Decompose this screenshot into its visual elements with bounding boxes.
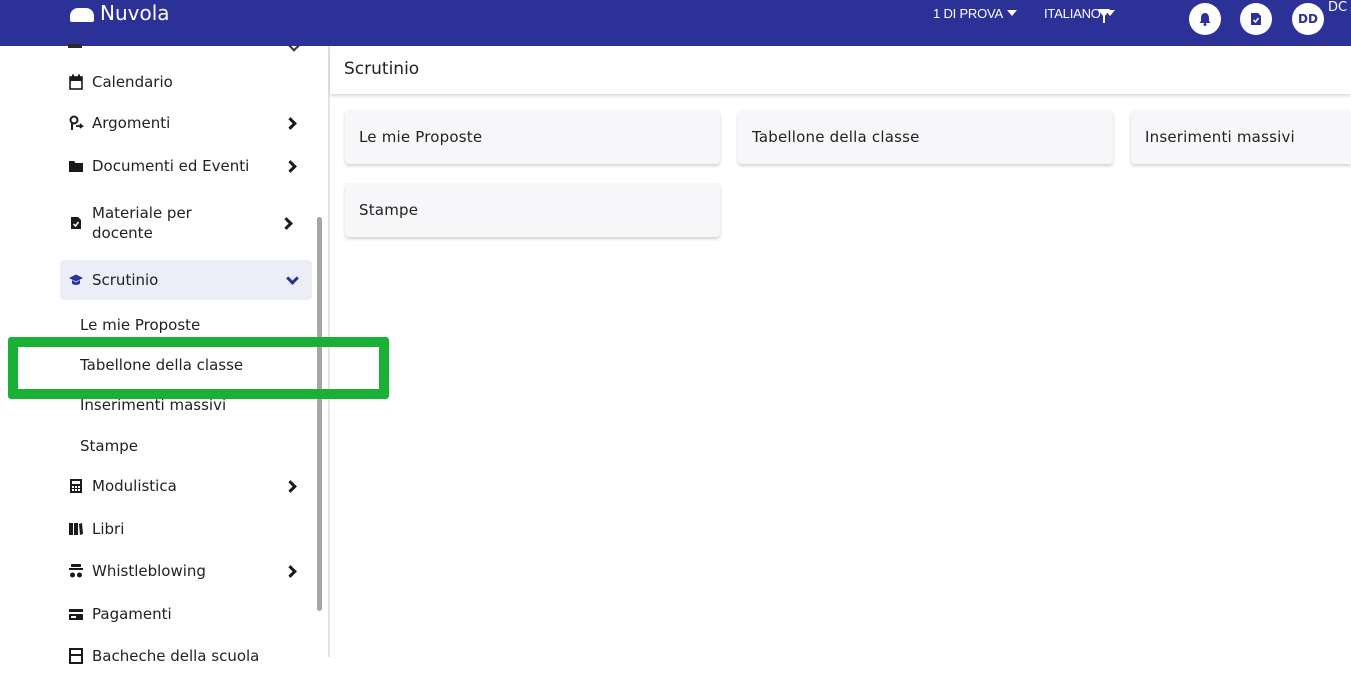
sidebar-item-label: Whistleblowing bbox=[92, 562, 206, 580]
user-avatar[interactable]: DD bbox=[1292, 3, 1324, 35]
card-label: Tabellone della classe bbox=[752, 128, 920, 146]
app-name: Nuvola bbox=[100, 1, 170, 25]
chevron-right-icon bbox=[276, 211, 300, 235]
subitem-le-mie-proposte[interactable]: Le mie Proposte bbox=[80, 316, 200, 334]
page-title: Scrutinio bbox=[344, 59, 420, 79]
avatar-initials: DD bbox=[1298, 12, 1318, 26]
board-icon bbox=[68, 648, 84, 664]
sidebar-item-materiale-per-docente[interactable]: Materiale per docente bbox=[60, 198, 312, 248]
top-bar: Nuvola 1 DI PROVA ITALIANO DD DC bbox=[0, 0, 1351, 46]
notifications-button[interactable] bbox=[1189, 3, 1221, 35]
books-icon bbox=[68, 521, 84, 537]
chevron-right-icon bbox=[280, 154, 304, 178]
sidebar-item-label: Materiale per docente bbox=[92, 204, 192, 242]
user-name: DC bbox=[1328, 0, 1348, 15]
chevron-right-icon bbox=[280, 111, 304, 135]
cloud-icon bbox=[70, 8, 94, 22]
class-selector[interactable]: 1 DI PROVA bbox=[933, 0, 1018, 28]
sidebar-item-modulistica[interactable]: Modulistica bbox=[60, 466, 312, 506]
document-icon bbox=[68, 215, 84, 231]
card-stampe[interactable]: Stampe bbox=[345, 183, 720, 237]
chevron-right-icon bbox=[280, 559, 304, 583]
sidebar-item-label: Pagamenti bbox=[92, 605, 172, 623]
graduation-cap-icon bbox=[68, 272, 84, 288]
sidebar-item-label: Scrutinio bbox=[92, 271, 159, 289]
bell-icon bbox=[1199, 13, 1211, 26]
sidebar-item-label: Documenti ed Eventi bbox=[92, 157, 250, 175]
sidebar-item-libri[interactable]: Libri bbox=[60, 509, 312, 549]
sidebar-item-argomenti[interactable]: Argomenti bbox=[60, 103, 312, 143]
card-label: Le mie Proposte bbox=[359, 128, 483, 146]
sidebar-item-label: Calendario bbox=[92, 73, 173, 91]
sidebar-scrollbar[interactable] bbox=[317, 217, 322, 611]
class-selector-label: 1 DI PROVA bbox=[933, 5, 1004, 21]
partial-icon bbox=[68, 44, 82, 48]
sidebar-item-label: Bacheche della scuola bbox=[92, 647, 260, 665]
calculator-icon bbox=[68, 478, 84, 494]
subitem-stampe[interactable]: Stampe bbox=[80, 437, 138, 455]
card-tabellone-della-classe[interactable]: Tabellone della classe bbox=[738, 110, 1113, 164]
caret-down-icon bbox=[1007, 10, 1018, 16]
chevron-right-icon bbox=[280, 474, 304, 498]
sidebar-item-scrutinio[interactable]: Scrutinio bbox=[60, 260, 312, 300]
payment-card-icon bbox=[68, 606, 84, 622]
sidebar-item-label: Argomenti bbox=[92, 114, 171, 132]
whistleblowing-icon bbox=[68, 563, 84, 579]
chevron-down-icon bbox=[280, 268, 304, 292]
card-label: Inserimenti massivi bbox=[1145, 128, 1295, 146]
sidebar-item-whistleblowing[interactable]: Whistleblowing bbox=[60, 551, 312, 591]
calendar-icon bbox=[68, 74, 84, 90]
sidebar-item-bacheche-della-scuola[interactable]: Bacheche della scuola bbox=[60, 636, 312, 676]
sidebar-item-label: Libri bbox=[92, 520, 125, 538]
file-check-icon bbox=[1251, 13, 1261, 25]
folder-icon bbox=[68, 158, 84, 174]
argomenti-icon bbox=[68, 115, 84, 131]
language-selector-label: ITALIANO bbox=[1044, 5, 1101, 21]
page-header: Scrutinio bbox=[330, 46, 1351, 94]
sidebar-item-label: Modulistica bbox=[92, 477, 177, 495]
sidebar-item-partial[interactable] bbox=[68, 40, 318, 52]
card-inserimenti-massivi[interactable]: Inserimenti massivi bbox=[1131, 110, 1351, 164]
sidebar-item-pagamenti[interactable]: Pagamenti bbox=[60, 594, 312, 634]
sidebar-item-calendario[interactable]: Calendario bbox=[60, 62, 312, 102]
sidebar-item-documenti-ed-eventi[interactable]: Documenti ed Eventi bbox=[60, 146, 312, 186]
documents-button[interactable] bbox=[1240, 3, 1272, 35]
filter-icon[interactable] bbox=[1097, 8, 1111, 24]
highlight-box bbox=[8, 337, 389, 399]
card-label: Stampe bbox=[359, 201, 419, 219]
card-le-mie-proposte[interactable]: Le mie Proposte bbox=[345, 110, 720, 164]
app-logo[interactable]: Nuvola bbox=[70, 1, 170, 34]
